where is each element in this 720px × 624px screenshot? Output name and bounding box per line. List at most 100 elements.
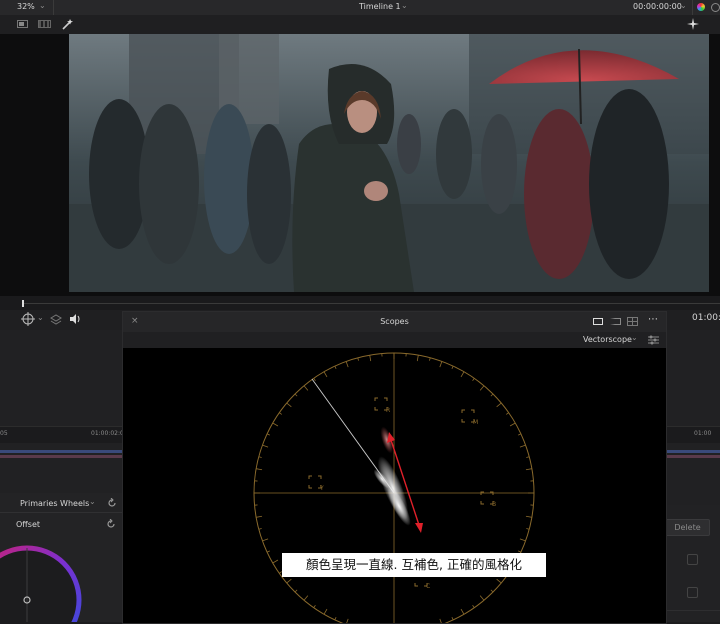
graticule-tick [304,596,308,601]
timecode-display[interactable]: 00:00:00:00 [633,2,682,11]
graticule-tick [520,445,526,447]
right-panel: Delete [665,505,720,622]
target-label: C [426,583,430,590]
graticule-tick [480,386,484,391]
video-frame[interactable] [69,34,709,292]
graticule-tick [267,434,270,435]
graticule-tick [526,457,529,458]
graticule-tick [273,560,278,563]
graticule-tick [279,413,281,415]
ruler-label: 01:00 [694,430,711,437]
graticule-tick [461,609,464,614]
graticule-tick [304,386,308,391]
dual-view-icon[interactable] [610,318,621,325]
target-label: Y [319,485,324,492]
graticule-tick [314,378,316,380]
graticule-tick [259,528,262,529]
timeline-title[interactable]: Timeline 1 [359,2,401,11]
scopes-window: × Scopes ⋯ Vectorscope ⌄ R M B C Y [122,311,667,624]
more-icon[interactable]: ⋯ [648,314,658,325]
reset-icon[interactable] [106,519,116,529]
target-icon[interactable] [21,312,35,326]
target-label: M [473,419,478,426]
top-bar: 32% ⌄ Timeline 1 ⌄ 00:00:00:00 ⌄ [0,0,720,16]
scrubber-bar[interactable] [0,296,720,310]
graticule-tick [335,366,336,369]
graticule-tick [262,539,268,541]
ruler-label: 05 [0,430,8,437]
graticule-tick [287,579,292,583]
settings-icon[interactable] [711,3,720,12]
reset-icon[interactable] [107,498,117,508]
chevron-down-icon[interactable]: ⌄ [680,1,687,10]
graticule-tick [262,445,268,447]
scopes-title: Scopes [123,317,666,326]
graticule-tick [335,617,336,620]
graticule-tick [526,516,532,517]
graticule-tick [324,609,327,614]
graticule-tick [273,423,278,426]
offset-color-wheel[interactable] [0,538,100,622]
chevron-down-icon[interactable]: ⌄ [89,497,96,506]
speaker-icon[interactable] [69,313,81,325]
offset-label: Offset [16,520,40,529]
scope-settings-icon[interactable] [648,335,659,345]
single-view-icon[interactable] [593,318,603,325]
magic-wand-icon[interactable] [61,18,74,30]
grid-view-icon[interactable] [627,317,638,326]
graticule-tick [497,403,502,407]
chevron-down-icon[interactable]: ⌄ [39,1,46,10]
grid-view-icon[interactable] [38,20,51,28]
target-label: B [492,501,496,508]
chevron-down-icon[interactable]: ⌄ [37,313,44,322]
graticule-tick [506,413,508,415]
delete-button[interactable]: Delete [665,519,710,536]
divider [692,0,693,15]
scopes-subbar: Vectorscope ⌄ [123,332,666,348]
scope-mode-selector[interactable]: Vectorscope [583,335,632,344]
ruler-label: 01:00:02:0 [91,430,124,437]
graticule-tick [346,361,348,367]
checkbox[interactable] [687,587,698,598]
graticule-tick [295,590,297,592]
graticule-tick [518,434,521,435]
chevron-down-icon[interactable]: ⌄ [401,1,408,10]
graticule-tick [526,469,532,470]
graticule-tick [295,394,297,396]
graticule-tick [473,378,475,380]
graticule-tick [267,551,270,552]
graticule-tick [324,372,327,377]
primaries-wheels-selector[interactable]: Primaries Wheels [20,499,89,508]
graticule-tick [461,372,464,377]
scopes-header: × Scopes ⋯ [123,312,666,333]
layers-icon[interactable] [50,313,62,325]
chevron-down-icon[interactable]: ⌄ [631,333,638,342]
graticule-tick [440,361,442,367]
graticule-tick [417,355,418,361]
delete-button-label: Delete [666,523,709,532]
graticule-tick [518,551,521,552]
graticule-tick [473,605,475,607]
single-view-icon[interactable] [17,20,28,28]
annotation-caption: 顏色呈現一直線. 互補色, 正確的風格化 [282,553,546,577]
divider [0,512,122,513]
graticule-tick [256,469,262,470]
zoom-level[interactable]: 32% [17,2,35,11]
graticule-tick [520,539,526,541]
viewer-timecode: 01:00: [692,313,720,323]
sparkle-icon[interactable] [687,18,699,30]
graticule-tick [491,394,493,396]
graticule-tick [452,366,453,369]
vectorscope: R M B C Y [123,348,666,623]
divider [53,0,54,15]
color-wheels-panel: Primaries Wheels ⌄ Offset [0,493,122,622]
graticule-tick [510,423,515,426]
color-dot-icon[interactable] [697,3,705,11]
graticule-tick [259,457,262,458]
graticule-tick [526,528,529,529]
target-label: R [386,407,390,414]
scrubber-track [24,303,720,304]
graticule-tick [480,596,484,601]
graticule-tick [497,579,502,583]
checkbox[interactable] [687,554,698,565]
